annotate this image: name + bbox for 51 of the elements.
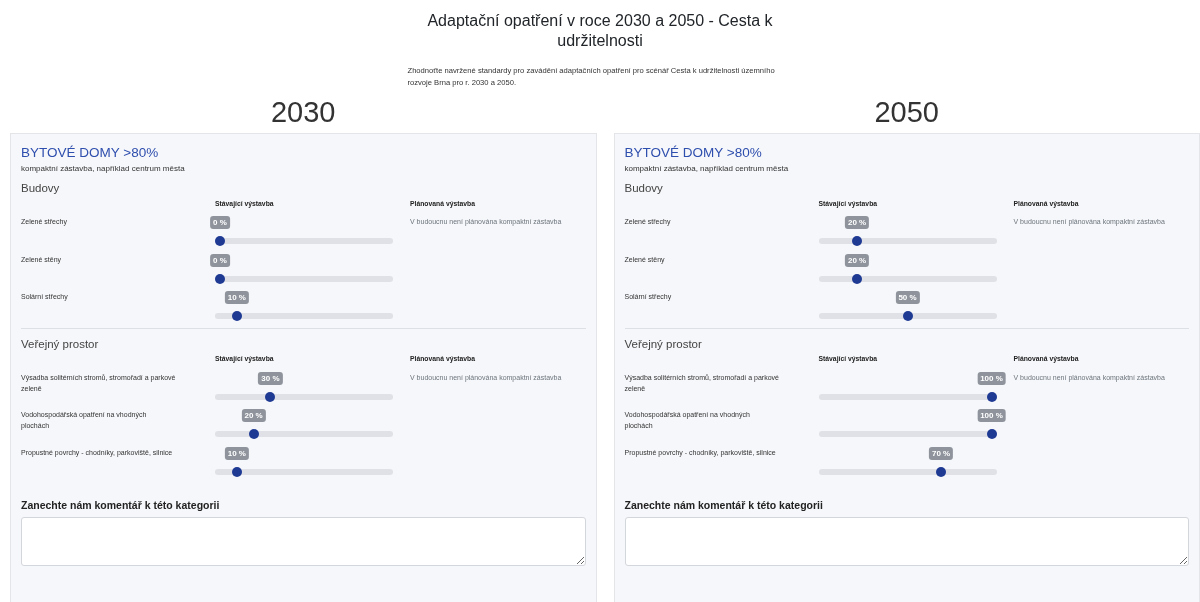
year-heading: 2050	[874, 95, 939, 130]
slider-thumb[interactable]	[986, 429, 997, 439]
slider-track[interactable]	[818, 275, 997, 282]
section-heading: Budovy	[21, 181, 60, 195]
slider-track[interactable]	[215, 238, 393, 244]
slider-thumb[interactable]	[936, 466, 947, 477]
slider-thumb[interactable]	[248, 429, 259, 439]
value-tooltip: 50 %	[895, 291, 920, 304]
slider-thumb[interactable]	[215, 236, 225, 246]
slider-thumb[interactable]	[265, 391, 276, 402]
value-tooltip: 0 %	[210, 216, 230, 229]
category-title: BYTOVÉ DOMY >80%	[624, 144, 762, 161]
slider-thumb[interactable]	[215, 273, 225, 284]
category-subtitle: kompaktní zástavba, například centrum města	[624, 164, 789, 173]
slider-track[interactable]	[818, 431, 997, 437]
slider-track[interactable]	[215, 313, 393, 319]
value-tooltip: 10 %	[224, 291, 249, 304]
value-tooltip: 0 %	[210, 253, 230, 267]
value-tooltip: 20 %	[845, 253, 870, 267]
section-heading: Veřejný prostor	[624, 336, 702, 351]
value-tooltip: 100 %	[977, 371, 1006, 385]
value-tooltip: 20 %	[845, 216, 870, 229]
page-title: Adaptační opatření v roce 2030 a 2050 - Cesta k udržitelnosti	[426, 11, 774, 51]
slider-track[interactable]	[818, 313, 997, 319]
slider-thumb[interactable]	[902, 311, 913, 321]
category-subtitle: kompaktní zástavba, například centrum města	[21, 164, 185, 173]
section-heading: Veřejný prostor	[21, 336, 99, 351]
value-tooltip: 30 %	[258, 371, 283, 385]
slider-thumb[interactable]	[231, 311, 242, 321]
slider-thumb[interactable]	[231, 466, 242, 477]
slider-track[interactable]	[818, 393, 997, 400]
slider-track[interactable]	[215, 393, 393, 400]
slider-track[interactable]	[818, 238, 997, 244]
comment-field[interactable]	[624, 517, 1189, 566]
slider-thumb[interactable]	[852, 273, 863, 284]
slider-thumb[interactable]	[986, 391, 997, 402]
slider-track[interactable]	[215, 431, 393, 437]
slider-track[interactable]	[215, 468, 393, 475]
value-tooltip: 20 %	[241, 409, 266, 422]
slider-track[interactable]	[818, 468, 997, 475]
category-title: BYTOVÉ DOMY >80%	[21, 144, 159, 161]
comment-label: Zanechte nám komentář k této kategorii	[624, 499, 823, 512]
slider-thumb[interactable]	[852, 236, 863, 246]
value-tooltip: 10 %	[224, 446, 249, 460]
year-heading: 2030	[271, 95, 336, 130]
section-heading: Budovy	[624, 181, 663, 195]
slider-track[interactable]	[215, 275, 393, 282]
value-tooltip: 70 %	[929, 446, 954, 460]
comment-label: Zanechte nám komentář k této kategorii	[21, 499, 220, 512]
value-tooltip: 100 %	[977, 409, 1006, 422]
comment-field[interactable]	[21, 517, 586, 566]
